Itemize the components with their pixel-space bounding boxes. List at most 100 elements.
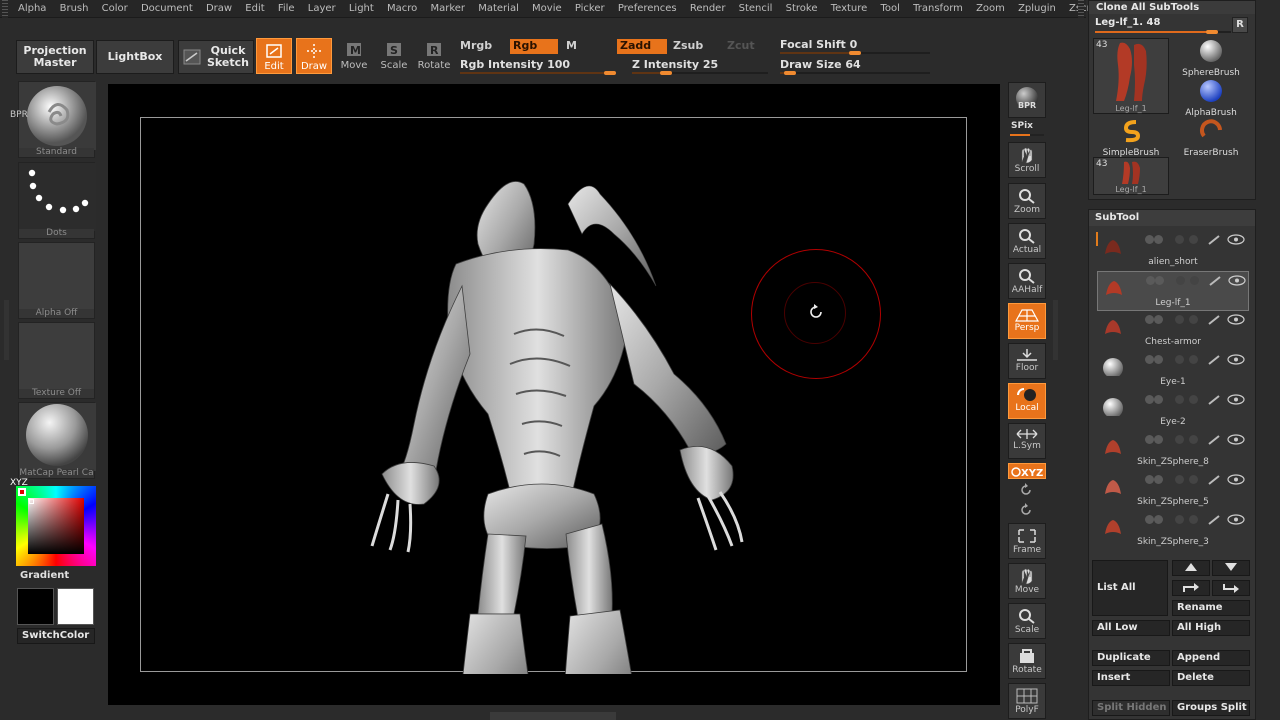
insert-button[interactable]: Insert bbox=[1092, 670, 1170, 686]
lsym-shelf-button[interactable]: L.Sym bbox=[1008, 423, 1046, 459]
menu-item[interactable]: Marker bbox=[430, 3, 465, 14]
brush-toggle-icon[interactable] bbox=[1207, 234, 1221, 245]
right-tray-handle[interactable] bbox=[1053, 300, 1058, 360]
xyz-shelf-button[interactable]: XYZ XYZ bbox=[10, 463, 1046, 488]
menu-item[interactable]: Transform bbox=[913, 3, 963, 14]
rgb-intensity-knob[interactable] bbox=[604, 71, 616, 75]
lock-dot[interactable] bbox=[1175, 435, 1184, 444]
solo-dot[interactable] bbox=[1189, 515, 1198, 524]
polypaint-dot[interactable] bbox=[1154, 395, 1163, 404]
eye-icon[interactable] bbox=[1227, 514, 1245, 525]
menu-item[interactable]: Document bbox=[141, 3, 193, 14]
visibility-dot[interactable] bbox=[1145, 315, 1154, 324]
append-button[interactable]: Append bbox=[1172, 650, 1250, 666]
menu-item[interactable]: File bbox=[278, 3, 295, 14]
menu-item[interactable]: Zplugin bbox=[1018, 3, 1056, 14]
focal-shift-slider[interactable]: Focal Shift 0 bbox=[780, 38, 930, 56]
brush-toggle-icon[interactable] bbox=[1207, 354, 1221, 365]
solo-dot[interactable] bbox=[1189, 435, 1198, 444]
eye-icon[interactable] bbox=[1227, 354, 1245, 365]
clone-all-subtools-button[interactable]: Clone All SubTools bbox=[1089, 1, 1255, 14]
brush-toggle-icon[interactable] bbox=[1207, 394, 1221, 405]
focal-shift-knob[interactable] bbox=[849, 51, 861, 55]
aahalf-shelf-button[interactable]: AAHalf bbox=[1008, 263, 1046, 299]
menu-item[interactable]: Render bbox=[690, 3, 726, 14]
visibility-dot[interactable] bbox=[1145, 515, 1154, 524]
zcut-toggle[interactable]: Zcut bbox=[724, 39, 764, 54]
frame-shelf-button[interactable]: Frame bbox=[1008, 523, 1046, 559]
solo-dot[interactable] bbox=[1189, 395, 1198, 404]
subtool-item[interactable]: Skin_ZSphere_3 bbox=[1097, 511, 1249, 551]
actual-shelf-button[interactable]: Actual bbox=[1008, 223, 1046, 259]
eye-icon[interactable] bbox=[1227, 234, 1245, 245]
scale-tool-button[interactable]: S Scale bbox=[376, 38, 412, 74]
polypaint-dot[interactable] bbox=[1155, 276, 1164, 285]
visibility-dot[interactable] bbox=[1145, 475, 1154, 484]
quick-sketch-button[interactable]: Quick Sketch bbox=[178, 40, 254, 74]
solo-dot[interactable] bbox=[1189, 315, 1198, 324]
draw-tool-button[interactable]: Draw bbox=[296, 38, 332, 74]
material-selector[interactable]: MatCap Pearl Ca bbox=[18, 402, 96, 479]
visibility-dot[interactable] bbox=[1145, 395, 1154, 404]
lock-dot[interactable] bbox=[1175, 315, 1184, 324]
subtool-item[interactable]: Leg-lf_1 bbox=[1097, 271, 1249, 311]
lock-dot[interactable] bbox=[1175, 515, 1184, 524]
spix-shelf-button[interactable]: SPix bbox=[1008, 121, 1046, 137]
z-intensity-knob[interactable] bbox=[660, 71, 672, 75]
menu-item[interactable]: Tool bbox=[881, 3, 900, 14]
polypaint-dot[interactable] bbox=[1154, 315, 1163, 324]
visibility-dot[interactable] bbox=[1145, 355, 1154, 364]
menu-item[interactable]: Picker bbox=[575, 3, 605, 14]
subtool-item[interactable]: alien_short bbox=[1097, 231, 1249, 271]
menu-item[interactable]: Macro bbox=[387, 3, 417, 14]
brush-toggle-icon[interactable] bbox=[1207, 434, 1221, 445]
menu-item[interactable]: Draw bbox=[206, 3, 232, 14]
eye-icon[interactable] bbox=[1227, 394, 1245, 405]
mrgb-toggle[interactable]: Mrgb bbox=[457, 39, 507, 54]
menu-item[interactable]: Material bbox=[478, 3, 519, 14]
move-in-button[interactable] bbox=[1172, 580, 1210, 596]
subtool-item[interactable]: Skin_ZSphere_8 bbox=[1097, 431, 1249, 471]
zadd-toggle[interactable]: Zadd bbox=[617, 39, 667, 54]
menu-item[interactable]: Stencil bbox=[739, 3, 773, 14]
lock-dot[interactable] bbox=[1176, 276, 1185, 285]
rgb-intensity-slider[interactable]: Rgb Intensity 100 bbox=[460, 58, 616, 76]
eye-icon[interactable] bbox=[1227, 314, 1245, 325]
rotate-y-icon[interactable] bbox=[1018, 482, 1034, 498]
menu-item[interactable]: Movie bbox=[532, 3, 562, 14]
rotate-tool-button[interactable]: R Rotate bbox=[416, 38, 452, 74]
lock-dot[interactable] bbox=[1175, 395, 1184, 404]
solo-dot[interactable] bbox=[1189, 235, 1198, 244]
solo-dot[interactable] bbox=[1189, 475, 1198, 484]
visibility-dot[interactable] bbox=[1145, 235, 1154, 244]
rotate-shelf-button[interactable]: Rotate bbox=[1008, 643, 1046, 679]
visibility-dot[interactable] bbox=[1145, 435, 1154, 444]
recent-tool-thumbnail[interactable]: 43 Leg-lf_1 bbox=[1093, 157, 1169, 195]
bottom-tray-handle[interactable] bbox=[490, 712, 616, 720]
edit-tool-button[interactable]: Edit bbox=[256, 38, 292, 74]
switch-color-button[interactable]: SwitchColor bbox=[17, 628, 95, 644]
menu-item[interactable]: Layer bbox=[308, 3, 336, 14]
polypaint-dot[interactable] bbox=[1154, 435, 1163, 444]
local-shelf-button[interactable]: Local bbox=[1008, 383, 1046, 419]
menu-item[interactable]: Zoom bbox=[976, 3, 1005, 14]
solo-dot[interactable] bbox=[1189, 355, 1198, 364]
menu-item[interactable]: Color bbox=[102, 3, 128, 14]
solo-dot[interactable] bbox=[1190, 276, 1199, 285]
scale-shelf-button[interactable]: Scale bbox=[1008, 603, 1046, 639]
brush-toggle-icon[interactable] bbox=[1207, 314, 1221, 325]
stroke-selector[interactable]: Dots bbox=[18, 162, 96, 239]
sphere-brush-tool[interactable]: SphereBrush bbox=[1176, 38, 1246, 78]
subtool-item[interactable]: Skin_ZSphere_5 bbox=[1097, 471, 1249, 511]
draw-size-knob[interactable] bbox=[784, 71, 796, 75]
visibility-dot[interactable] bbox=[1146, 276, 1155, 285]
subtool-item[interactable]: Eye-1 bbox=[1097, 351, 1249, 391]
canvas-viewport[interactable] bbox=[108, 84, 1000, 705]
floor-shelf-button[interactable]: Floor bbox=[1008, 343, 1046, 379]
list-all-button[interactable]: List All bbox=[1092, 560, 1168, 616]
current-tool-knob[interactable] bbox=[1206, 30, 1218, 34]
color-saturation-field[interactable] bbox=[28, 498, 84, 554]
subtool-item[interactable]: Chest-armor bbox=[1097, 311, 1249, 351]
brush-toggle-icon[interactable] bbox=[1207, 514, 1221, 525]
menu-item[interactable]: Light bbox=[349, 3, 374, 14]
